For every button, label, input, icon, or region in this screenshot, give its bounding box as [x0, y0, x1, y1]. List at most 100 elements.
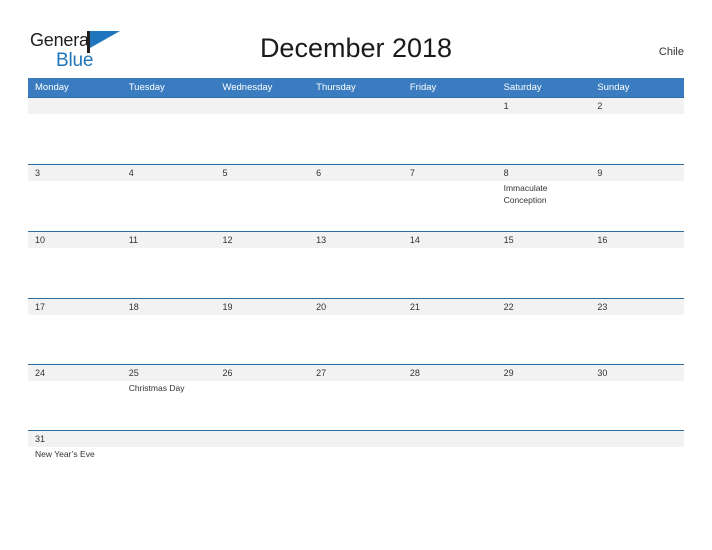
weekday-wednesday: Wednesday	[222, 82, 273, 93]
day-number[interactable]: 23	[590, 299, 684, 315]
day-number[interactable]: 5	[215, 165, 309, 181]
week-number-band: 10 11 12 13 14 15 16	[28, 232, 684, 248]
day-number[interactable]: 20	[309, 299, 403, 315]
day-number[interactable]: 25	[122, 365, 216, 381]
day-event	[215, 447, 309, 490]
week-number-band: 24 25 26 27 28 29 30	[28, 365, 684, 381]
week-event-band: Christmas Day	[28, 381, 684, 430]
day-event-holiday: Immaculate Conception	[503, 183, 548, 205]
day-event	[28, 248, 122, 298]
day-number[interactable]: 22	[497, 299, 591, 315]
day-number[interactable]: 3	[28, 165, 122, 181]
day-event	[215, 315, 309, 364]
day-event	[28, 181, 122, 231]
day-number[interactable]	[497, 431, 591, 447]
day-event	[590, 181, 684, 231]
weekday-monday: Monday	[35, 82, 69, 93]
day-number[interactable]	[590, 431, 684, 447]
page-header: General Blue December 2018 Chile	[0, 0, 712, 78]
day-number[interactable]: 9	[590, 165, 684, 181]
day-number[interactable]: 15	[497, 232, 591, 248]
day-event	[590, 381, 684, 430]
week-number-band: 31	[28, 431, 684, 447]
day-number[interactable]: 19	[215, 299, 309, 315]
day-number[interactable]: 6	[309, 165, 403, 181]
day-number[interactable]: 30	[590, 365, 684, 381]
week-row: 3 4 5 6 7 8 9 Immaculate Conception	[28, 164, 684, 231]
day-number[interactable]	[215, 431, 309, 447]
day-event	[309, 381, 403, 430]
day-event	[309, 181, 403, 231]
day-number[interactable]: 7	[403, 165, 497, 181]
day-number[interactable]: 18	[122, 299, 216, 315]
day-number[interactable]	[215, 98, 309, 114]
day-number[interactable]: 21	[403, 299, 497, 315]
day-event	[122, 447, 216, 490]
weekday-header-row: Monday Tuesday Wednesday Thursday Friday…	[28, 78, 684, 97]
day-number[interactable]	[28, 98, 122, 114]
day-event	[122, 315, 216, 364]
day-event	[497, 248, 591, 298]
calendar-grid: Monday Tuesday Wednesday Thursday Friday…	[28, 78, 684, 490]
day-number[interactable]	[309, 98, 403, 114]
day-number[interactable]: 27	[309, 365, 403, 381]
day-event	[590, 447, 684, 490]
day-number[interactable]	[309, 431, 403, 447]
weekday-thursday: Thursday	[316, 82, 356, 93]
day-event	[122, 114, 216, 164]
day-event	[403, 447, 497, 490]
day-number[interactable]: 13	[309, 232, 403, 248]
day-event	[28, 114, 122, 164]
day-event	[403, 315, 497, 364]
day-event	[309, 114, 403, 164]
day-event	[497, 381, 591, 430]
day-number[interactable]	[122, 98, 216, 114]
day-event-holiday: New Year’s Eve	[35, 449, 95, 459]
week-number-band: 17 18 19 20 21 22 23	[28, 299, 684, 315]
day-event	[215, 181, 309, 231]
day-event	[590, 315, 684, 364]
day-event	[497, 447, 591, 490]
day-number[interactable]: 2	[590, 98, 684, 114]
day-number[interactable]: 16	[590, 232, 684, 248]
day-number[interactable]: 4	[122, 165, 216, 181]
week-row: 24 25 26 27 28 29 30 Christmas Day	[28, 364, 684, 430]
weekday-tuesday: Tuesday	[128, 82, 165, 93]
day-number[interactable]: 17	[28, 299, 122, 315]
day-number[interactable]: 14	[403, 232, 497, 248]
day-number[interactable]: 26	[215, 365, 309, 381]
week-number-band: 3 4 5 6 7 8 9	[28, 165, 684, 181]
day-event	[497, 315, 591, 364]
day-number[interactable]: 11	[122, 232, 216, 248]
day-number[interactable]: 24	[28, 365, 122, 381]
weekday-sunday: Sunday	[597, 82, 630, 93]
day-number[interactable]	[403, 98, 497, 114]
day-event	[215, 248, 309, 298]
week-event-band	[28, 248, 684, 298]
day-number[interactable]: 10	[28, 232, 122, 248]
day-event	[28, 381, 122, 430]
day-number[interactable]	[403, 431, 497, 447]
day-event	[122, 248, 216, 298]
page-title: December 2018	[259, 33, 453, 63]
day-event	[403, 114, 497, 164]
weekday-friday: Friday	[409, 82, 437, 93]
week-number-band: 1 2	[28, 98, 684, 114]
day-event	[497, 114, 591, 164]
day-number[interactable]: 1	[497, 98, 591, 114]
calendar-page: General Blue December 2018 Chile Monday …	[0, 0, 712, 550]
day-number[interactable]: 8	[497, 165, 591, 181]
weekday-saturday: Saturday	[503, 82, 542, 93]
day-number[interactable]: 31	[28, 431, 122, 447]
day-number[interactable]	[122, 431, 216, 447]
day-event	[590, 248, 684, 298]
day-event	[309, 447, 403, 490]
day-event	[309, 315, 403, 364]
day-number[interactable]: 29	[497, 365, 591, 381]
day-number[interactable]: 12	[215, 232, 309, 248]
week-row: 1 2	[28, 97, 684, 164]
day-event	[403, 248, 497, 298]
day-event	[28, 315, 122, 364]
day-number[interactable]: 28	[403, 365, 497, 381]
country-label: Chile	[658, 46, 684, 58]
